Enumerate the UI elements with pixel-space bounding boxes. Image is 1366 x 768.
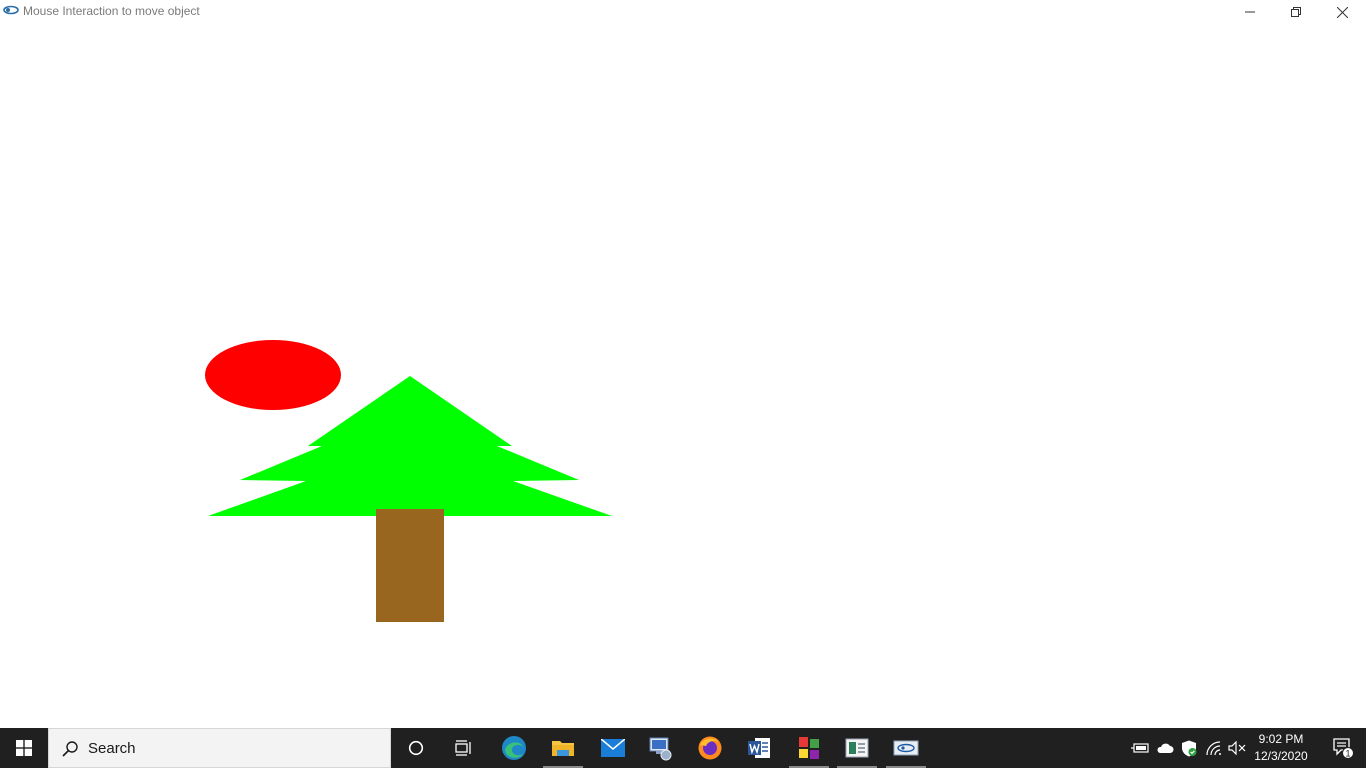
battery-tray[interactable]: [1128, 728, 1152, 768]
drawing-canvas[interactable]: [0, 24, 1366, 728]
search-placeholder: Search: [88, 740, 136, 757]
word-icon: [748, 738, 770, 758]
battery-icon: [1131, 743, 1149, 753]
firefox-icon: [698, 736, 722, 760]
minimize-button[interactable]: [1227, 0, 1273, 24]
windows-logo-icon: [16, 740, 32, 756]
clock-time: 9:02 PM: [1258, 732, 1304, 746]
reader-app-button[interactable]: [833, 728, 881, 768]
network-app-icon: [649, 737, 672, 761]
colored-app-button[interactable]: [785, 728, 833, 768]
shield-icon: [1182, 740, 1197, 756]
taskbar: Search 9:02 PM 12/3/2020 1: [0, 728, 1366, 768]
clock-date: 12/3/2020: [1254, 749, 1308, 763]
volume-tray[interactable]: [1225, 728, 1249, 768]
notification-icon: 1: [1333, 738, 1354, 759]
wifi-icon: [1206, 741, 1221, 755]
task-view-button[interactable]: [440, 728, 488, 768]
close-button[interactable]: [1319, 0, 1365, 24]
task-view-icon: [455, 740, 471, 756]
reader-app-icon: [845, 738, 869, 758]
minimize-icon: [1245, 11, 1255, 13]
tree-trunk[interactable]: [376, 509, 444, 622]
edge-button[interactable]: [490, 728, 538, 768]
file-explorer-button[interactable]: [539, 728, 587, 768]
running-app-icon: [893, 740, 919, 756]
security-tray[interactable]: [1177, 728, 1201, 768]
onedrive-tray[interactable]: [1153, 728, 1177, 768]
window-title: Mouse Interaction to move object: [23, 4, 200, 18]
cloud-icon: [1157, 743, 1174, 753]
cortana-icon: [408, 740, 424, 756]
start-button[interactable]: [0, 728, 48, 768]
search-box[interactable]: Search: [48, 728, 391, 768]
app-icon: [3, 5, 19, 15]
system-clock[interactable]: 9:02 PM 12/3/2020: [1248, 731, 1314, 765]
scene-svg: [205, 340, 612, 622]
restore-button[interactable]: [1273, 0, 1319, 24]
firefox-button[interactable]: [686, 728, 734, 768]
mail-icon: [601, 739, 625, 757]
cortana-button[interactable]: [392, 728, 440, 768]
close-icon: [1336, 6, 1348, 18]
wifi-tray[interactable]: [1202, 728, 1226, 768]
running-app-button[interactable]: [882, 728, 930, 768]
window-titlebar: Mouse Interaction to move object: [0, 0, 1366, 24]
action-center-button[interactable]: 1: [1320, 728, 1366, 768]
edge-icon: [502, 736, 526, 760]
red-ellipse[interactable]: [205, 340, 341, 410]
search-icon: [62, 741, 78, 757]
word-button[interactable]: [735, 728, 783, 768]
volume-muted-icon: [1228, 741, 1246, 755]
network-app-button[interactable]: [637, 728, 685, 768]
mail-button[interactable]: [589, 728, 637, 768]
notification-count: 1: [1345, 748, 1350, 758]
restore-icon: [1291, 7, 1301, 17]
file-explorer-icon: [552, 741, 574, 756]
colored-app-icon: [799, 737, 819, 759]
